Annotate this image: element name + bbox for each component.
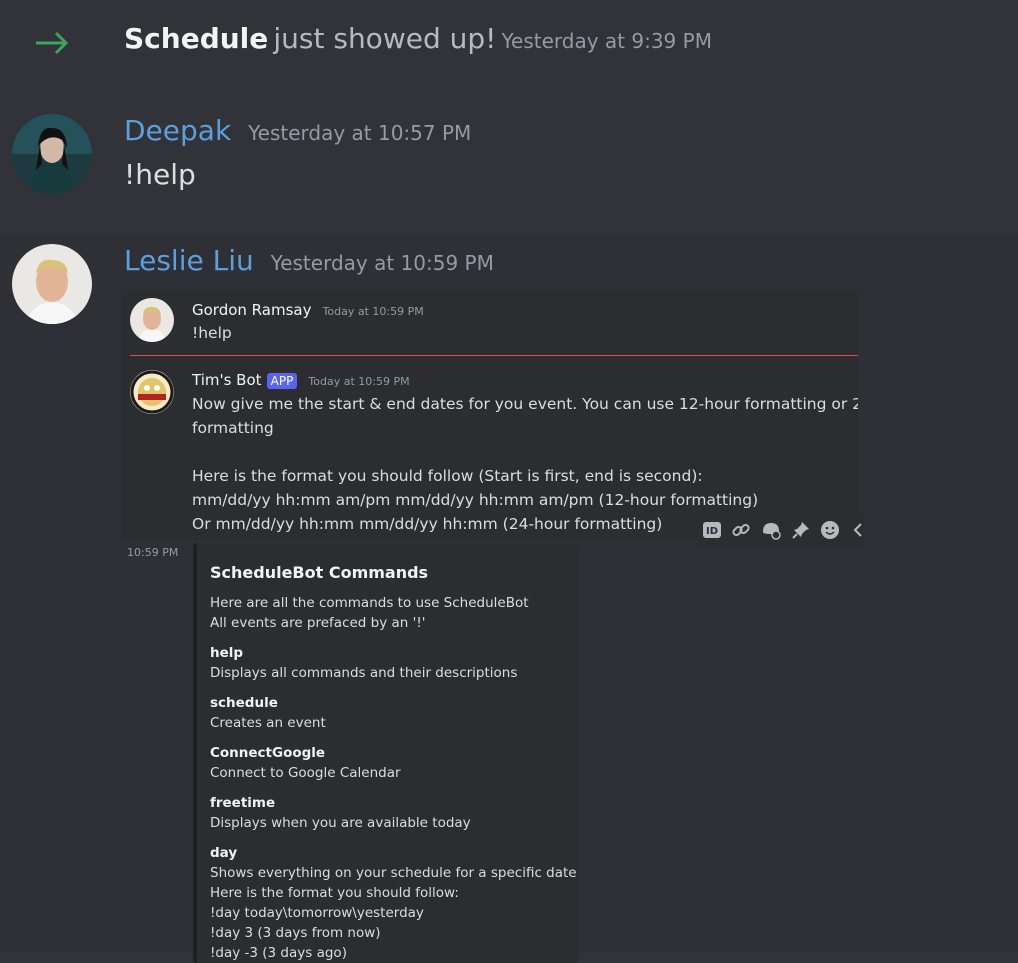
join-username[interactable]: Schedule: [124, 22, 268, 55]
command-name: freetime: [210, 795, 276, 811]
app-badge: APP: [266, 373, 298, 389]
join-text: just showed up!: [273, 22, 497, 55]
message-content: !help: [124, 158, 196, 191]
new-messages-divider: [130, 355, 858, 356]
message-header: Gordon Ramsay Today at 10:59 PM: [192, 300, 424, 319]
bot-message-line: Here is the format you should follow (St…: [192, 467, 703, 485]
message-action-toolbar: ID: [696, 514, 864, 546]
command-description: Here is the format you should follow:: [210, 885, 459, 901]
join-timestamp[interactable]: Yesterday at 9:39 PM: [501, 29, 712, 53]
command-name: help: [210, 645, 244, 661]
link-icon[interactable]: [731, 519, 751, 541]
command-name: ConnectGoogle: [210, 745, 326, 761]
member-join-arrow-icon: [36, 31, 69, 55]
embed-body: Here are all the commands to use Schedul…: [210, 593, 577, 963]
more-icon[interactable]: [849, 519, 864, 541]
message-timestamp: Today at 10:59 PM: [322, 305, 424, 318]
command-description: Shows everything on your schedule for a …: [210, 865, 577, 881]
avatar-gordon-ramsay: [130, 298, 174, 342]
command-name: schedule: [210, 695, 278, 711]
command-description: Displays all commands and their descript…: [210, 665, 518, 681]
message-timestamp: Today at 10:59 PM: [308, 375, 410, 388]
message-header: Deepak Yesterday at 10:57 PM: [124, 114, 471, 147]
message-header: Tim's Bot APP Today at 10:59 PM: [192, 370, 410, 389]
message-header: Leslie Liu Yesterday at 10:59 PM: [124, 244, 494, 277]
message-content: !help: [192, 324, 232, 342]
avatar-tims-bot: [130, 370, 174, 414]
bot-message-line: [192, 440, 858, 464]
message-timestamp[interactable]: Yesterday at 10:57 PM: [248, 121, 471, 145]
command-description: !day -3 (3 days ago): [210, 945, 347, 961]
command-description: !day 3 (3 days from now): [210, 925, 381, 941]
embed-intro-line: Here are all the commands to use Schedul…: [210, 595, 529, 611]
command-description: Displays when you are available today: [210, 815, 471, 831]
bot-message-line: Now give me the start & end dates for yo…: [192, 395, 858, 413]
id-icon[interactable]: ID: [702, 519, 722, 541]
screenshot-attachment[interactable]: Gordon Ramsay Today at 10:59 PM !help Ti…: [122, 290, 858, 540]
reply-thread-icon[interactable]: [760, 519, 782, 541]
command-description: !day today\tomorrow\yesterday: [210, 905, 424, 921]
join-message: Schedule just showed up! Yesterday at 9:…: [124, 22, 712, 55]
embed-title: ScheduleBot Commands: [210, 563, 429, 582]
command-name: day: [210, 845, 238, 861]
author-tims-bot: Tim's Bot: [192, 371, 262, 389]
message-side-timestamp[interactable]: 10:59 PM: [127, 546, 178, 559]
emoji-icon[interactable]: [820, 519, 840, 541]
command-description: Connect to Google Calendar: [210, 765, 401, 781]
bot-message-line: formatting: [192, 419, 274, 437]
author-leslie-liu[interactable]: Leslie Liu: [124, 244, 254, 277]
bot-message-line: mm/dd/yy hh:mm am/pm mm/dd/yy hh:mm am/p…: [192, 491, 759, 509]
svg-text:ID: ID: [706, 526, 718, 537]
pin-icon[interactable]: [791, 519, 811, 541]
embed-intro-line: All events are prefaced by an '!': [210, 615, 426, 631]
avatar-deepak[interactable]: [12, 114, 92, 194]
message-timestamp[interactable]: Yesterday at 10:59 PM: [271, 251, 494, 275]
avatar-leslie-liu[interactable]: [12, 244, 92, 324]
command-description: Creates an event: [210, 715, 326, 731]
author-gordon-ramsay: Gordon Ramsay: [192, 301, 312, 319]
schedulebot-commands-embed: ScheduleBot Commands Here are all the co…: [193, 543, 579, 963]
author-deepak[interactable]: Deepak: [124, 114, 231, 147]
